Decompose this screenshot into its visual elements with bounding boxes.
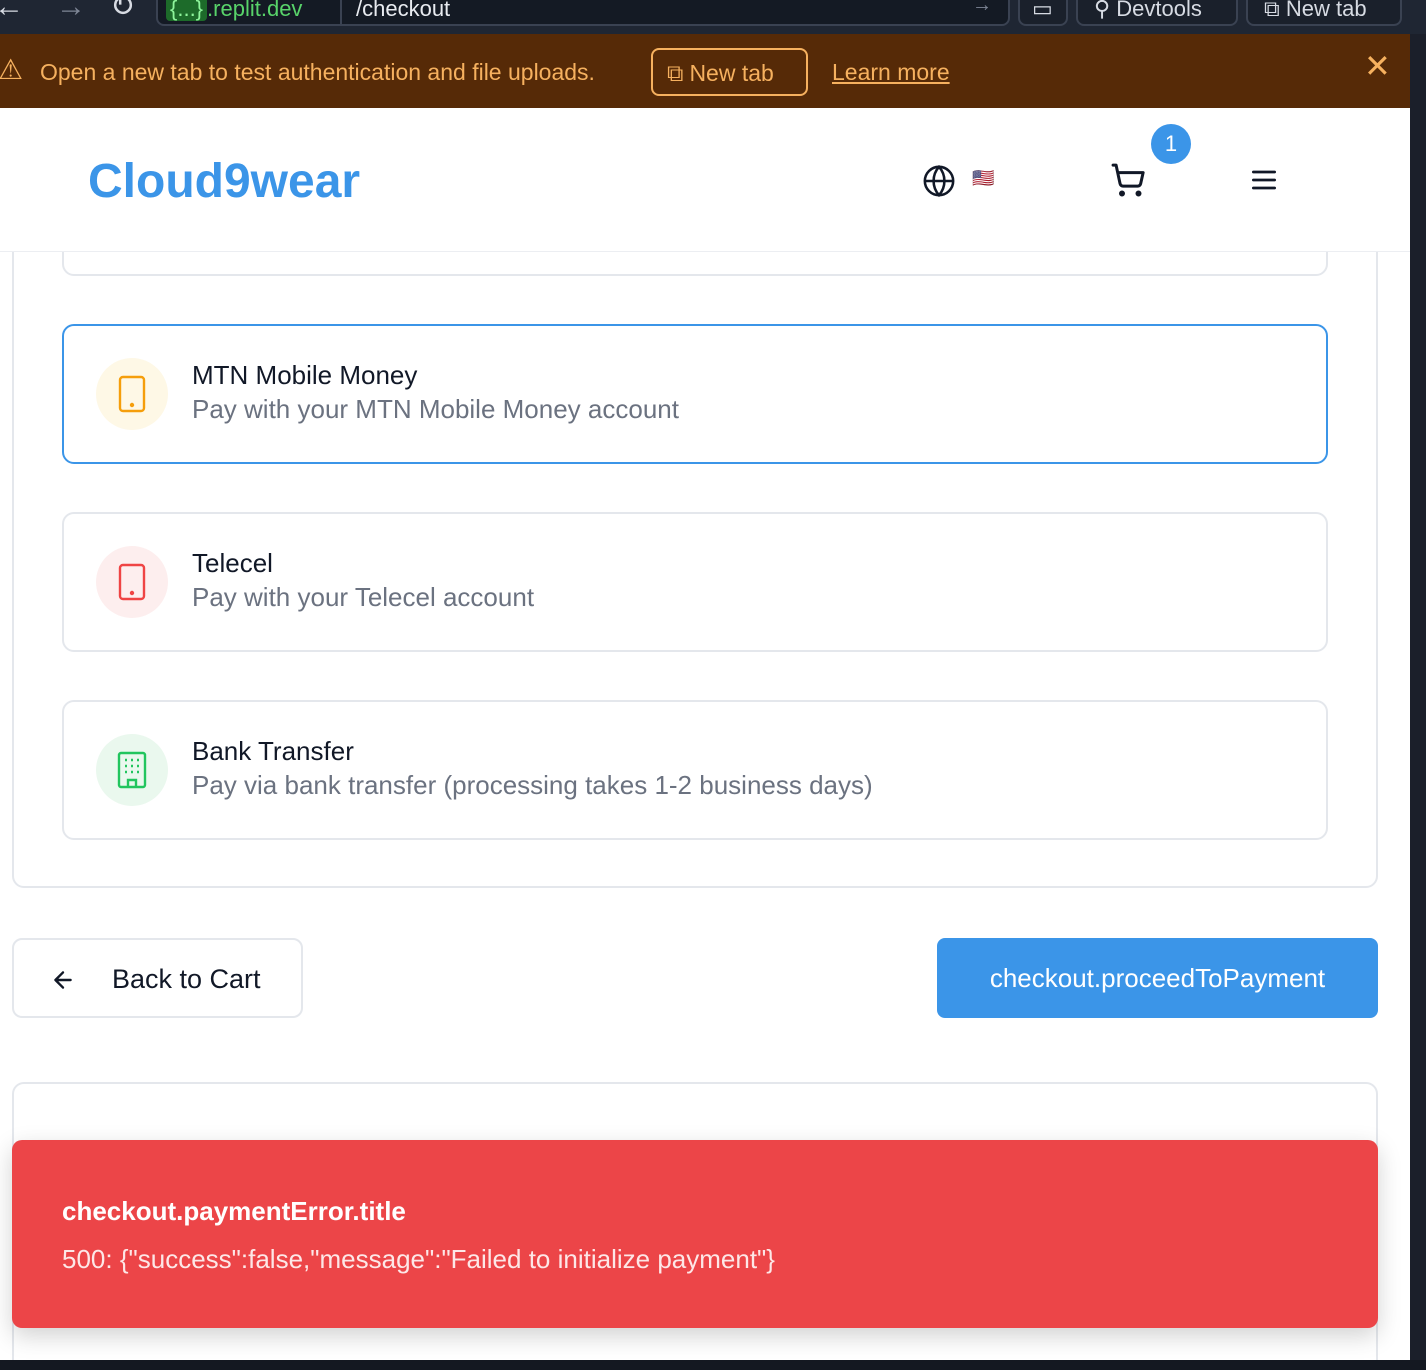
payment-error-toast[interactable]: checkout.paymentError.title 500: {"succe… [12,1140,1378,1328]
url-bar[interactable]: {...} .replit.dev /checkout → [156,0,1010,26]
mobile-phone-icon [96,358,168,430]
wrench-icon: ⚲ [1094,0,1111,21]
toast-title: checkout.paymentError.title [62,1196,406,1226]
cart-icon[interactable] [1110,162,1146,198]
building-icon [96,734,168,806]
back-to-cart-label: Back to Cart [112,964,261,994]
option-description: Pay with your Telecel account [192,582,535,612]
screen-icon[interactable]: ▭ [1018,0,1068,26]
close-icon[interactable]: ✕ [1364,50,1391,82]
learn-more-link[interactable]: Learn more [832,59,950,86]
option-description: Pay via bank transfer (processing takes … [192,770,873,800]
site-header: Cloud9wear 🇺🇸 1 [0,108,1410,252]
cart-count-badge: 1 [1151,124,1191,164]
payment-option-mtn[interactable]: MTN Mobile Money Pay with your MTN Mobil… [62,324,1328,464]
external-link-icon: ⧉ [667,60,684,86]
back-arrow-icon[interactable]: ← [0,0,24,22]
banner-new-tab-button[interactable]: ⧉ New tab [651,48,808,96]
browser-new-tab-label: New tab [1285,0,1367,21]
banner-new-tab-label: New tab [689,60,774,86]
globe-icon[interactable] [922,164,956,198]
warning-icon: ⚠ [0,54,24,85]
url-separator [340,0,342,26]
payment-option-telecel[interactable]: Telecel Pay with your Telecel account [62,512,1328,652]
us-flag-icon[interactable]: 🇺🇸 [972,168,994,189]
external-link-icon: ⧉ [1264,0,1280,21]
back-to-cart-button[interactable]: Back to Cart [12,938,303,1018]
menu-icon[interactable] [1248,164,1280,196]
option-title: Telecel [192,548,273,578]
url-domain-prefix: {...} [166,0,208,21]
payment-option-bank-transfer[interactable]: Bank Transfer Pay via bank transfer (pro… [62,700,1328,840]
option-title: Bank Transfer [192,736,354,766]
mobile-phone-icon [96,546,168,618]
browser-new-tab-button[interactable]: ⧉ New tab [1246,0,1402,26]
browser-toolbar: ← → ↻ {...} .replit.dev /checkout → ▭ ⚲ D… [0,0,1426,34]
url-domain-suffix: .replit.dev [207,0,303,21]
go-arrow-icon[interactable]: → [972,0,992,17]
toast-message: 500: {"success":false,"message":"Failed … [62,1244,775,1274]
option-title: MTN Mobile Money [192,360,418,390]
window-bottom-edge [0,1360,1426,1370]
url-domain: {...} .replit.dev [166,0,302,22]
proceed-to-payment-button[interactable]: checkout.proceedToPayment [937,938,1378,1018]
devtools-button[interactable]: ⚲ Devtools [1076,0,1238,26]
devtools-label: Devtools [1116,0,1202,21]
scrollbar[interactable] [1410,34,1426,1360]
banner-message: Open a new tab to test authentication an… [40,59,595,85]
warning-banner: ⚠ Open a new tab to test authentication … [0,34,1410,108]
option-description: Pay with your MTN Mobile Money account [192,394,679,424]
arrow-left-icon [54,971,72,989]
forward-arrow-icon[interactable]: → [56,0,86,22]
site-logo[interactable]: Cloud9wear [88,154,360,209]
url-path: /checkout [356,0,451,21]
reload-icon[interactable]: ↻ [110,0,135,22]
